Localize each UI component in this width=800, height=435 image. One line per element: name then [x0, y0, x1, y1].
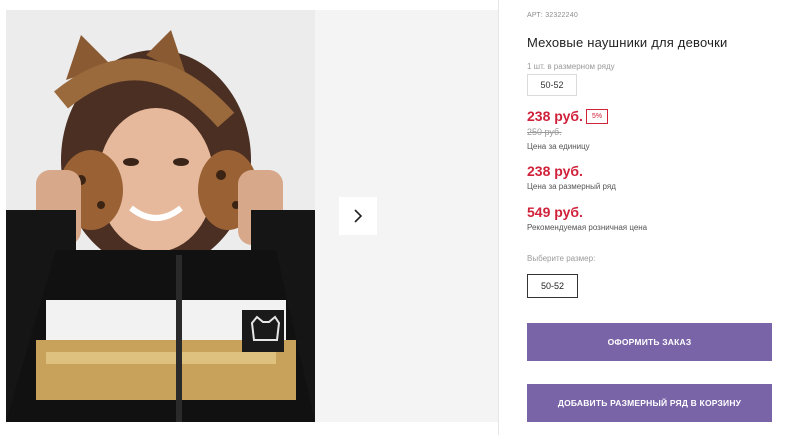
- product-title: Меховые наушники для девочки: [527, 35, 728, 50]
- article-number: АРТ: 32322240: [527, 12, 578, 19]
- product-gallery: [6, 10, 498, 422]
- retail-price-caption: Рекомендуемая розничная цена: [527, 223, 648, 232]
- add-to-cart-button[interactable]: Добавить размерный ряд в корзину: [527, 384, 772, 422]
- size-select-label: Выберите размер:: [527, 254, 596, 263]
- pack-price: 238 руб.: [527, 163, 583, 179]
- unit-price-caption: Цена за единицу: [527, 142, 590, 151]
- size-option-50-52[interactable]: 50-52: [527, 274, 578, 298]
- product-photo: [6, 10, 315, 422]
- pack-price-caption: Цена за размерный ряд: [527, 182, 616, 191]
- old-price: 250 руб.: [527, 127, 562, 137]
- discount-badge: 5%: [586, 109, 609, 124]
- pack-size-box: 50-52: [527, 74, 577, 96]
- panel-divider: [498, 0, 499, 435]
- order-button[interactable]: Оформить заказ: [527, 323, 772, 361]
- chevron-right-icon: [354, 209, 363, 223]
- retail-price: 549 руб.: [527, 204, 583, 220]
- unit-price: 238 руб.: [527, 108, 583, 124]
- pack-label: 1 шт. в размерном ряду: [527, 62, 615, 71]
- gallery-next-button[interactable]: [339, 197, 377, 235]
